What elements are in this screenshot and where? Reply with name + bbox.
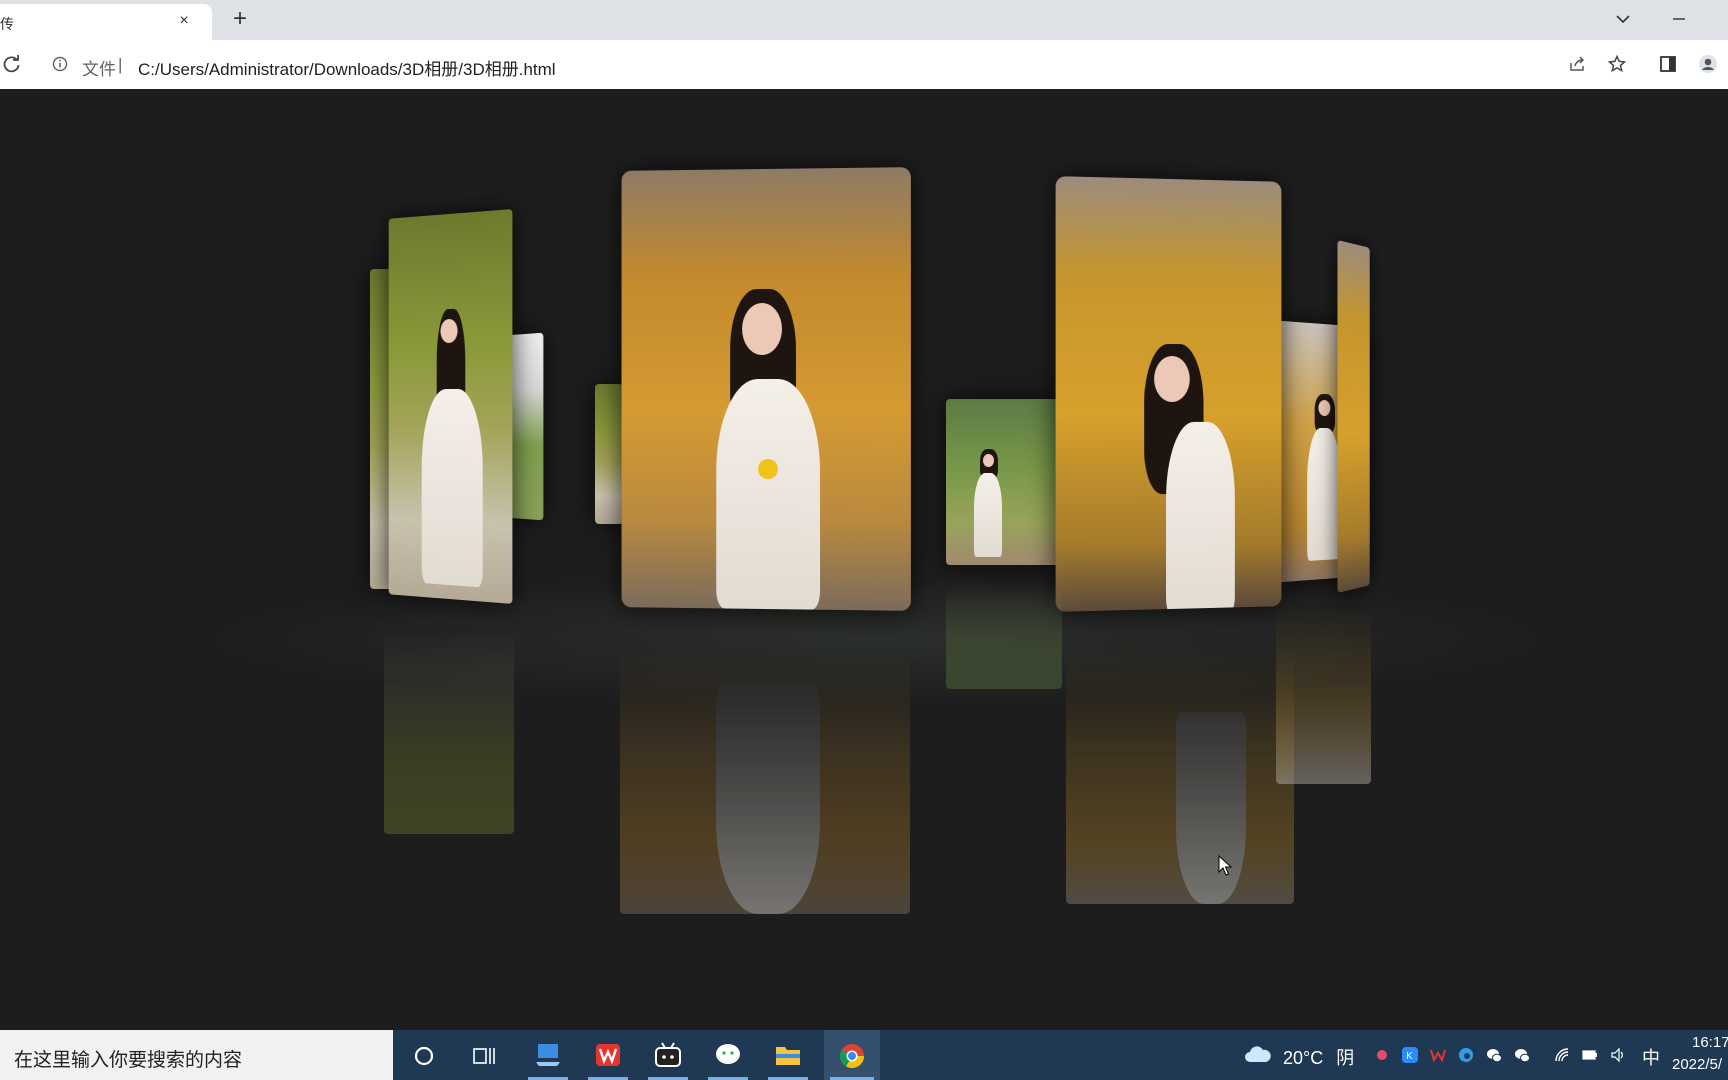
cortana-icon bbox=[414, 1046, 434, 1066]
remote-desktop-app[interactable] bbox=[520, 1030, 576, 1080]
windows-taskbar: 在这里输入你要搜索的内容 20°C 阴 K 中 16:17 2022/5/ bbox=[0, 1030, 1728, 1080]
carousel-photo[interactable] bbox=[388, 209, 513, 604]
search-placeholder: 在这里输入你要搜索的内容 bbox=[14, 1050, 243, 1071]
weather-text[interactable]: 20°C 阴 bbox=[1283, 1044, 1354, 1070]
carousel-photo[interactable] bbox=[507, 332, 544, 521]
scheme-label: 文件 bbox=[82, 60, 116, 79]
side-panel-icon[interactable] bbox=[1658, 54, 1678, 74]
star-icon[interactable] bbox=[1607, 54, 1627, 74]
clock-date[interactable]: 2022/5/ bbox=[1672, 1056, 1722, 1073]
bilibili-app[interactable] bbox=[640, 1030, 696, 1080]
file-explorer-app[interactable] bbox=[760, 1030, 816, 1080]
clock-time[interactable]: 16:17 bbox=[1692, 1034, 1728, 1051]
photo-reflection bbox=[384, 604, 514, 834]
taskbar-search-box[interactable]: 在这里输入你要搜索的内容 bbox=[0, 1030, 393, 1080]
carousel-photo[interactable] bbox=[595, 384, 623, 524]
carousel-photo[interactable] bbox=[621, 167, 911, 611]
svg-text:K: K bbox=[1406, 1051, 1413, 1062]
photo-carousel-page bbox=[0, 89, 1728, 1030]
carousel-photo[interactable] bbox=[946, 399, 1062, 565]
chrome-icon bbox=[839, 1044, 864, 1069]
wps-icon bbox=[596, 1044, 620, 1066]
reload-icon[interactable] bbox=[2, 54, 22, 74]
wechat-tray-icon-2[interactable] bbox=[1514, 1047, 1530, 1063]
edge-tray-icon[interactable] bbox=[1458, 1047, 1474, 1063]
carousel-photo[interactable] bbox=[1337, 240, 1370, 593]
wechat-icon bbox=[716, 1044, 740, 1064]
task-view-icon bbox=[473, 1048, 495, 1064]
cloud-icon[interactable] bbox=[1244, 1044, 1272, 1064]
profile-icon[interactable] bbox=[1698, 54, 1718, 74]
ime-indicator[interactable]: 中 bbox=[1642, 1044, 1660, 1070]
wps-app[interactable] bbox=[580, 1030, 636, 1080]
tab-title: 传 bbox=[0, 16, 14, 32]
url-text[interactable]: C:/Users/Administrator/Downloads/3D相册/3D… bbox=[138, 55, 556, 80]
wechat-tray-icon[interactable] bbox=[1486, 1047, 1502, 1063]
minimize-icon[interactable] bbox=[1668, 8, 1690, 30]
wifi-icon[interactable] bbox=[1554, 1047, 1570, 1063]
info-icon[interactable] bbox=[52, 56, 68, 72]
photo-reflection bbox=[620, 614, 910, 914]
record-dot-icon[interactable] bbox=[1374, 1047, 1390, 1063]
share-icon[interactable] bbox=[1567, 54, 1587, 74]
battery-icon[interactable] bbox=[1582, 1047, 1598, 1063]
tab-search-chevron-icon[interactable] bbox=[1612, 8, 1634, 30]
photo-reflection bbox=[946, 569, 1062, 689]
task-view-button[interactable] bbox=[456, 1030, 512, 1080]
weather-temperature: 20°C bbox=[1283, 1048, 1324, 1068]
mouse-cursor-icon bbox=[1218, 855, 1232, 876]
weather-condition: 阴 bbox=[1336, 1048, 1355, 1068]
new-tab-button[interactable]: + bbox=[228, 7, 252, 32]
browser-tab[interactable]: 传 × bbox=[0, 4, 212, 40]
address-separator: | bbox=[118, 55, 123, 74]
address-bar[interactable]: 文件 | C:/Users/Administrator/Downloads/3D… bbox=[38, 46, 1638, 82]
folder-icon bbox=[776, 1047, 800, 1065]
tab-close-button[interactable]: × bbox=[174, 11, 194, 31]
photo-reflection bbox=[1066, 614, 1294, 904]
wps-tray-icon[interactable] bbox=[1430, 1047, 1446, 1063]
wechat-app[interactable] bbox=[700, 1030, 756, 1080]
cortana-button[interactable] bbox=[396, 1030, 452, 1080]
bilibili-icon bbox=[655, 1042, 681, 1067]
remote-desktop-icon bbox=[536, 1044, 560, 1066]
tab-strip: 传 × + bbox=[0, 0, 1728, 40]
carousel-photo[interactable] bbox=[1055, 176, 1282, 612]
photo-reflection bbox=[1276, 584, 1371, 784]
chrome-app[interactable] bbox=[824, 1030, 880, 1080]
browser-toolbar: 文件 | C:/Users/Administrator/Downloads/3D… bbox=[0, 40, 1728, 90]
kugou-icon[interactable]: K bbox=[1402, 1047, 1418, 1063]
volume-icon[interactable] bbox=[1610, 1047, 1626, 1063]
